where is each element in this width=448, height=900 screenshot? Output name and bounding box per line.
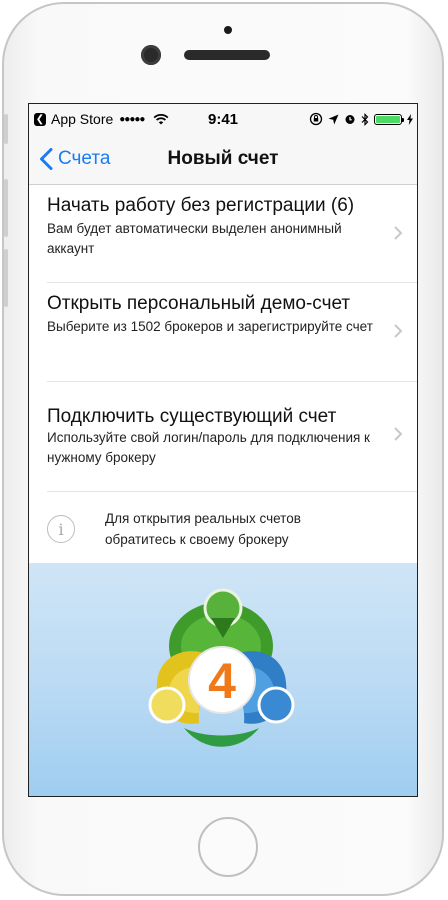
back-to-app-label[interactable]: App Store	[51, 111, 113, 127]
info-text: Для открытия реальных счетов обратитесь …	[105, 511, 301, 547]
back-button-label: Счета	[58, 148, 111, 169]
option-title: Подключить существующий счет	[47, 406, 337, 427]
logo-number: 4	[208, 653, 236, 709]
alarm-icon	[345, 115, 355, 124]
info-icon: i	[47, 515, 75, 543]
front-camera	[141, 45, 161, 65]
option-anonymous-start[interactable]: Начать работу без регистрации (6) Вам бу…	[47, 185, 417, 283]
option-title: Начать работу без регистрации (6)	[47, 195, 355, 216]
wifi-icon	[154, 113, 169, 125]
chevron-right-icon	[394, 427, 403, 441]
back-button[interactable]: Счета	[29, 148, 110, 170]
home-button[interactable]	[198, 817, 258, 877]
volume-down-button	[4, 249, 8, 307]
screen: ❮ App Store ●●●●● 9:41 Счета Новый счет …	[28, 103, 418, 797]
location-arrow-icon	[328, 114, 339, 124]
bluetooth-icon	[361, 112, 369, 126]
info-note: i Для открытия реальных счетов обратитес…	[29, 492, 417, 566]
chevron-right-icon	[394, 324, 403, 338]
option-subtitle: Вам будет автоматически выделен анонимны…	[47, 221, 342, 256]
chevron-right-icon	[394, 226, 403, 240]
earpiece-speaker	[184, 50, 270, 60]
back-to-app-icon[interactable]: ❮	[34, 112, 46, 126]
option-title: Открыть персональный демо-счет	[47, 293, 351, 314]
option-subtitle: Используйте свой логин/пароль для подклю…	[47, 430, 370, 465]
navigation-bar: Счета Новый счет	[29, 134, 417, 185]
metatrader-4-logo: 4	[148, 588, 295, 747]
battery-icon	[374, 113, 404, 125]
rotation-lock-icon	[309, 112, 323, 126]
option-subtitle: Выберите из 1502 брокеров и зарегистриру…	[47, 319, 373, 334]
mute-switch	[4, 114, 8, 144]
option-connect-existing-account[interactable]: Подключить существующий счет Используйте…	[47, 382, 417, 492]
chevron-left-icon	[40, 148, 53, 170]
charging-icon	[407, 113, 413, 125]
proximity-sensor	[224, 26, 232, 34]
volume-up-button	[4, 179, 8, 237]
metatrader-banner: 4	[29, 563, 417, 796]
option-open-demo-account[interactable]: Открыть персональный демо-счет Выберите …	[47, 283, 417, 382]
status-bar: ❮ App Store ●●●●● 9:41	[29, 104, 417, 134]
signal-strength-icon: ●●●●●	[119, 113, 145, 125]
